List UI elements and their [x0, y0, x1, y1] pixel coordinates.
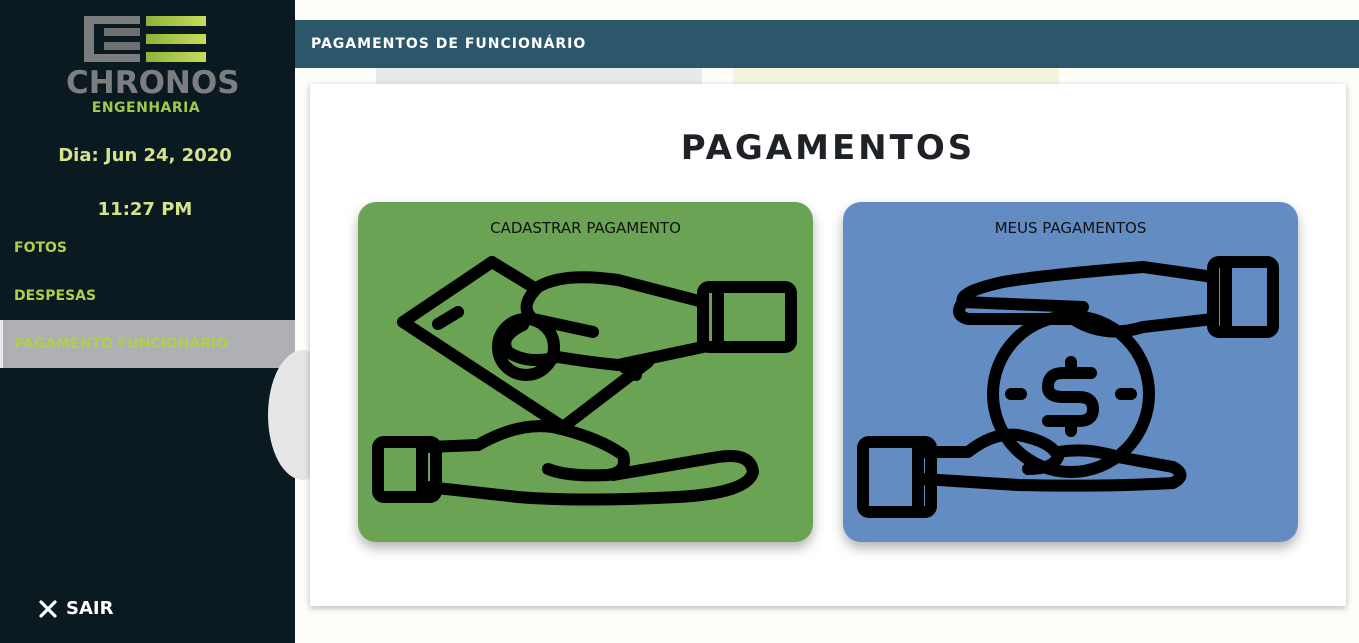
page-header: PAGAMENTOS DE FUNCIONÁRIO	[295, 20, 1359, 68]
sidebar-item-fotos[interactable]: FOTOS	[0, 224, 295, 272]
close-icon	[39, 599, 57, 618]
my-payments-label: MEUS PAGAMENTOS	[994, 219, 1147, 237]
logo-title: CHRONOS	[66, 65, 240, 101]
current-time: 11:27 PM	[97, 199, 193, 220]
register-payment-card[interactable]: CADASTRAR PAGAMENTO	[358, 202, 813, 542]
background-shape	[376, 66, 702, 86]
current-date: Dia: Jun 24, 2020	[58, 145, 232, 166]
page-title: PAGAMENTOS	[680, 128, 976, 168]
logo-subtitle: ENGENHARIA	[91, 100, 201, 116]
page-header-title: PAGAMENTOS DE FUNCIONÁRIO	[311, 36, 587, 52]
sidebar-item-despesas[interactable]: DESPESAS	[0, 272, 295, 320]
sidebar: CHRONOS ENGENHARIA Dia: Jun 24, 2020 11:…	[0, 0, 295, 643]
payments-panel: PAGAMENTOS CADASTRAR PAGAMENTO MEUS PAGA…	[310, 84, 1346, 606]
sidebar-nav: FOTOS DESPESAS PAGAMENTO FUNCIONÁRIO	[0, 224, 295, 368]
logout-button[interactable]: SAIR	[38, 598, 113, 619]
register-payment-label: CADASTRAR PAGAMENTO	[490, 219, 681, 237]
sidebar-item-pagamento-funcionario[interactable]: PAGAMENTO FUNCIONÁRIO	[0, 320, 295, 368]
logout-label: SAIR	[66, 598, 114, 619]
money-exchange-hands-icon	[372, 256, 797, 506]
my-payments-card[interactable]: MEUS PAGAMENTOS	[843, 202, 1298, 542]
coin-between-hands-icon	[857, 256, 1279, 518]
company-logo: CHRONOS ENGENHARIA	[66, 14, 240, 122]
logo-mark-icon	[84, 16, 206, 62]
background-shape	[733, 66, 1059, 86]
